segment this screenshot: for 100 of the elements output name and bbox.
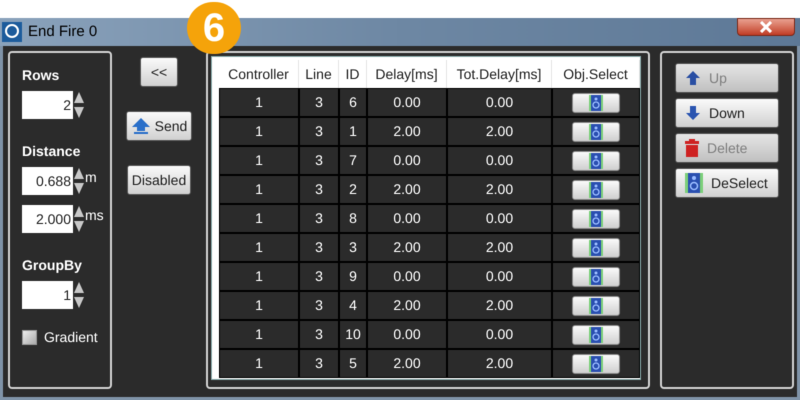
table-cell: 1	[219, 117, 299, 146]
speaker-icon	[588, 240, 604, 256]
step-badge: 6	[187, 2, 241, 54]
checkbox[interactable]	[22, 330, 37, 345]
select-object-button[interactable]	[572, 266, 620, 286]
table-cell: 2.00	[367, 117, 447, 146]
table-cell: 0.00	[447, 88, 552, 117]
number-field[interactable]: 1	[22, 281, 73, 309]
table-cell: 1	[219, 146, 299, 175]
table-cell: 1	[219, 262, 299, 291]
speaker-icon	[588, 268, 604, 284]
select-object-button[interactable]	[572, 354, 620, 374]
table-cell: 2.00	[447, 117, 552, 146]
table-cell: 6	[339, 88, 367, 117]
select-object-button[interactable]	[572, 122, 620, 142]
table-cell: 9	[339, 262, 367, 291]
table-cell: 0.00	[367, 204, 447, 233]
close-button[interactable]	[737, 18, 795, 36]
table-cell: 3	[299, 233, 339, 262]
table-cell: 7	[339, 146, 367, 175]
table-cell: 0.00	[367, 88, 447, 117]
table-cell: 0.00	[367, 320, 447, 349]
number-field[interactable]: 2.000	[22, 205, 73, 233]
table-cell: 8	[339, 204, 367, 233]
table-cell: 2.00	[447, 349, 552, 378]
table-cell: 3	[299, 349, 339, 378]
table-cell: 0.00	[367, 262, 447, 291]
spinner-arrows-icon[interactable]	[73, 167, 85, 195]
table-cell: 3	[339, 233, 367, 262]
table-cell: 0.00	[447, 146, 552, 175]
speaker-icon	[588, 210, 604, 226]
table-cell: 1	[219, 320, 299, 349]
table-cell: 1	[219, 88, 299, 117]
table-cell: 3	[299, 320, 339, 349]
table-cell: 2.00	[447, 291, 552, 320]
table-cell: 3	[299, 291, 339, 320]
table-cell: 0.00	[447, 320, 552, 349]
table-cell: 1	[339, 117, 367, 146]
table-cell: 2.00	[367, 291, 447, 320]
table-cell: 1	[219, 204, 299, 233]
select-object-button[interactable]	[572, 324, 620, 344]
arrow-up-icon	[685, 70, 701, 86]
table-cell: 2.00	[367, 175, 447, 204]
speaker-icon	[588, 152, 604, 168]
table-cell: 1	[219, 175, 299, 204]
send-button[interactable]: Send	[126, 111, 192, 141]
number-field[interactable]: 0.688	[22, 167, 73, 195]
checkbox-label: Gradient	[44, 328, 98, 347]
select-object-button[interactable]	[572, 180, 620, 200]
speaker-icon	[588, 94, 604, 110]
select-object-button[interactable]	[572, 150, 620, 170]
field-label: Rows	[22, 66, 60, 85]
table-cell: 4	[339, 291, 367, 320]
speaker-icon	[685, 173, 703, 193]
app-logo-icon	[2, 22, 22, 42]
table-cell: 0.00	[367, 146, 447, 175]
select-object-button[interactable]	[572, 296, 620, 316]
table-cell: 2.00	[367, 349, 447, 378]
table-cell: 3	[299, 204, 339, 233]
select-object-button[interactable]	[572, 92, 620, 112]
speaker-icon	[588, 356, 604, 372]
table-cell: 3	[299, 175, 339, 204]
action-button[interactable]: Down	[675, 98, 779, 128]
spinner-arrows-icon[interactable]	[73, 281, 85, 309]
table-cell: 2.00	[367, 233, 447, 262]
spinner-arrows-icon[interactable]	[73, 91, 85, 119]
button[interactable]: <<	[140, 57, 178, 87]
field-label: Distance	[22, 142, 82, 161]
trash-icon	[685, 139, 699, 157]
table-cell: 5	[339, 349, 367, 378]
spinner-arrows-icon[interactable]	[73, 205, 85, 233]
action-button[interactable]: DeSelect	[675, 168, 779, 198]
unit-label: ms	[85, 206, 104, 224]
table-cell: 3	[299, 146, 339, 175]
speaker-icon	[588, 298, 604, 314]
arrow-down-icon	[685, 105, 701, 121]
table-cell: 0.00	[447, 262, 552, 291]
table-cell: 1	[219, 233, 299, 262]
unit-label: m	[85, 168, 97, 186]
table-cell: 2.00	[447, 175, 552, 204]
select-object-button[interactable]	[572, 208, 620, 228]
speaker-icon	[588, 326, 604, 342]
table-cell: 10	[339, 320, 367, 349]
table-cell: 1	[219, 291, 299, 320]
speaker-icon	[588, 124, 604, 140]
table-cell: 2.00	[447, 233, 552, 262]
upload-icon	[130, 117, 151, 135]
number-field[interactable]: 2	[22, 91, 73, 119]
window-title: End Fire 0	[28, 22, 98, 42]
table-cell: 3	[299, 88, 339, 117]
table-cell: 1	[219, 349, 299, 378]
table-cell: 2	[339, 175, 367, 204]
close-icon	[759, 21, 773, 33]
select-object-button[interactable]	[572, 238, 620, 258]
button[interactable]: Disabled	[127, 165, 191, 195]
table-cell: 3	[299, 262, 339, 291]
field-label: GroupBy	[22, 256, 83, 275]
speaker-icon	[588, 182, 604, 198]
table-cell: 0.00	[447, 204, 552, 233]
table-cell: 3	[299, 117, 339, 146]
